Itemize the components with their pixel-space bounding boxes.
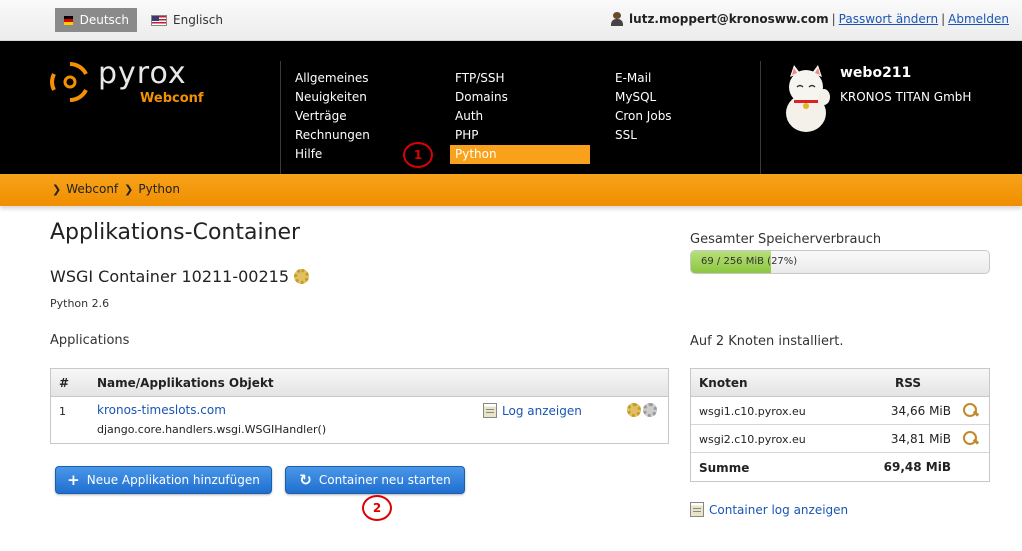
app-number: 1 — [59, 405, 66, 418]
user-box: lutz.moppert@kronosww.com | Passwort änd… — [610, 12, 1012, 26]
user-email: lutz.moppert@kronosww.com — [629, 12, 829, 26]
nav-item-python[interactable]: Python — [450, 145, 590, 164]
node-name: wsgi1.c10.pyrox.eu — [699, 405, 806, 418]
pyrox-logo[interactable]: pyrox Webconf — [50, 56, 210, 110]
refresh-icon: ↻ — [299, 471, 312, 489]
annotation-marker-2: 2 — [362, 495, 392, 521]
page-title: Applikations-Container — [50, 220, 301, 245]
nav-item-ssl[interactable]: SSL — [610, 126, 750, 145]
nav-item-rechnungen[interactable]: Rechnungen — [290, 126, 430, 145]
account-company: KRONOS TITAN GmbH — [840, 90, 972, 104]
separator: | — [941, 12, 946, 26]
table-row: wsgi1.c10.pyrox.eu 34,66 MiB — [691, 397, 989, 425]
change-password-link[interactable]: Passwort ändern — [839, 12, 938, 26]
annotation-marker-1: 1 — [403, 142, 433, 168]
add-application-button[interactable]: + Neue Applikation hinzufügen — [55, 466, 272, 494]
magnifier-icon[interactable] — [963, 431, 979, 447]
log-document-icon — [690, 502, 704, 517]
nav-item-domains[interactable]: Domains — [450, 88, 590, 107]
divider — [760, 61, 761, 174]
node-name: wsgi2.c10.pyrox.eu — [699, 433, 806, 446]
gear-icon[interactable] — [294, 269, 310, 284]
divider — [280, 61, 281, 174]
plus-icon: + — [67, 471, 80, 489]
column-header-rss: RSS — [895, 376, 921, 390]
english-flag-icon — [151, 14, 167, 26]
breadcrumb-webconf[interactable]: Webconf — [66, 182, 118, 196]
magnifier-icon[interactable] — [963, 403, 979, 419]
nav-item-ftp-ssh[interactable]: FTP/SSH — [450, 69, 590, 88]
column-header-knoten: Knoten — [699, 376, 748, 390]
nodes-heading: Auf 2 Knoten installiert. — [690, 334, 844, 349]
add-application-label: Neue Applikation hinzufügen — [86, 473, 260, 487]
memory-heading: Gesamter Speicherverbrauch — [690, 232, 882, 247]
nav-column-2: FTP/SSH Domains Auth PHP Python — [450, 69, 590, 164]
nodes-table: Knoten RSS wsgi1.c10.pyrox.eu 34,66 MiB … — [690, 368, 990, 482]
sum-row: Summe 69,48 MiB — [691, 453, 989, 481]
memory-usage-text: 69 / 256 MiB (27%) — [701, 256, 798, 267]
app-handler: django.core.handlers.wsgi.WSGIHandler() — [97, 423, 327, 436]
log-anzeigen-label: Log anzeigen — [502, 403, 582, 418]
user-icon — [610, 12, 624, 26]
nav-column-3: E-Mail MySQL Cron Jobs SSL — [610, 69, 750, 145]
logo-brand: pyrox — [98, 56, 187, 91]
nav-item-neuigkeiten[interactable]: Neuigkeiten — [290, 88, 430, 107]
account-name: webo211 — [840, 65, 912, 81]
language-english-button[interactable]: Englisch — [143, 8, 231, 32]
pyrox-logo-icon — [50, 62, 88, 102]
column-header-number: # — [59, 376, 70, 390]
python-version: Python 2.6 — [50, 297, 110, 310]
log-document-icon — [483, 403, 497, 418]
node-rss: 34,81 MiB — [890, 432, 951, 446]
container-log-link[interactable]: Container log anzeigen — [690, 502, 848, 517]
table-row: wsgi2.c10.pyrox.eu 34,81 MiB — [691, 425, 989, 453]
sum-value: 69,48 MiB — [883, 460, 951, 474]
chevron-right-icon: ❯ — [124, 182, 134, 196]
nav-item-allgemeines[interactable]: Allgemeines — [290, 69, 430, 88]
header: pyrox Webconf Allgemeines Neuigkeiten Ve… — [0, 41, 1022, 174]
app-actions — [625, 403, 657, 417]
container-title: WSGI Container 10211-00215 — [50, 267, 310, 286]
sum-label: Summe — [699, 461, 750, 475]
log-anzeigen-link[interactable]: Log anzeigen — [483, 403, 582, 418]
breadcrumb-bar: ❯ Webconf ❯ Python — [0, 174, 1022, 206]
german-flag-icon — [63, 14, 74, 26]
container-log-label: Container log anzeigen — [709, 502, 849, 517]
container-title-text: WSGI Container 10211-00215 — [50, 267, 290, 286]
column-header-name: Name/Applikations Objekt — [97, 376, 274, 390]
nav-item-mysql[interactable]: MySQL — [610, 88, 750, 107]
applications-heading: Applications — [50, 333, 130, 348]
nav-item-cron-jobs[interactable]: Cron Jobs — [610, 107, 750, 126]
restart-container-label: Container neu starten — [318, 473, 451, 487]
table-header: # Name/Applikations Objekt — [51, 369, 668, 397]
table-row: 1 kronos-timeslots.com django.core.handl… — [51, 397, 668, 443]
memory-usage-bar: 69 / 256 MiB (27%) — [690, 250, 990, 274]
language-german-label: Deutsch — [79, 13, 129, 27]
language-english-label: Englisch — [173, 13, 223, 27]
restart-container-button[interactable]: ↻ Container neu starten — [285, 466, 465, 494]
logout-link[interactable]: Abmelden — [948, 12, 1009, 26]
nav-item-php[interactable]: PHP — [450, 126, 590, 145]
breadcrumb: ❯ Webconf ❯ Python — [52, 182, 186, 196]
nav-item-auth[interactable]: Auth — [450, 107, 590, 126]
advanced-gear-icon[interactable] — [643, 403, 657, 417]
node-rss: 34,66 MiB — [890, 404, 951, 418]
nav-item-email[interactable]: E-Mail — [610, 69, 750, 88]
logo-subtitle: Webconf — [140, 91, 204, 106]
settings-gear-icon[interactable] — [627, 403, 641, 417]
applications-table: # Name/Applikations Objekt 1 kronos-time… — [50, 368, 669, 444]
lucky-cat-avatar — [786, 65, 830, 132]
breadcrumb-python[interactable]: Python — [138, 182, 180, 196]
app-name-link[interactable]: kronos-timeslots.com — [97, 403, 226, 417]
top-bar: Deutsch Englisch lutz.moppert@kronosww.c… — [0, 0, 1022, 41]
nodes-table-header: Knoten RSS — [691, 369, 989, 397]
nav-item-vertraege[interactable]: Verträge — [290, 107, 430, 126]
chevron-right-icon: ❯ — [52, 182, 62, 196]
language-german-button[interactable]: Deutsch — [55, 8, 137, 32]
separator: | — [831, 12, 836, 26]
